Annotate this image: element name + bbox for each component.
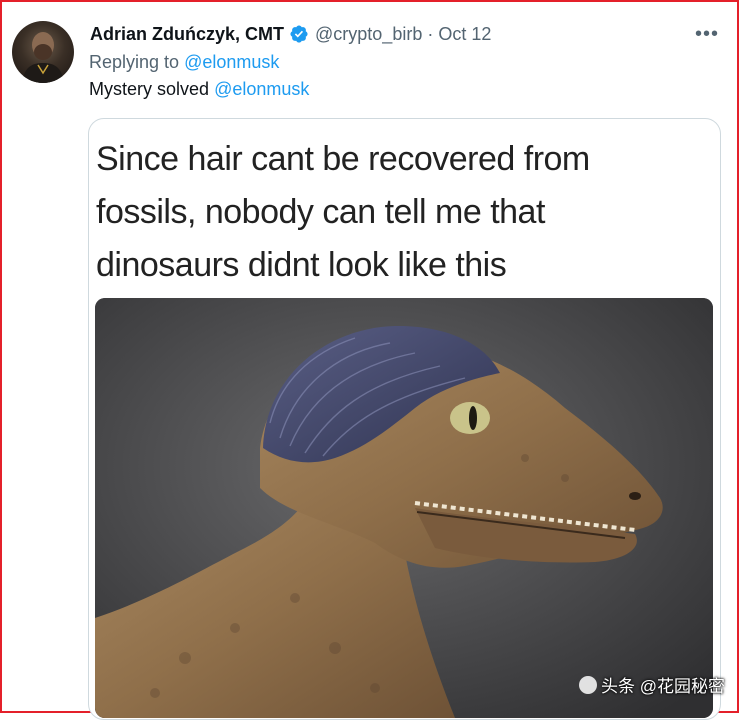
tweet-media[interactable]: Since hair cant be recovered from fossil… xyxy=(88,118,721,720)
replying-to-label: Replying to xyxy=(89,52,180,72)
separator-dot: · xyxy=(427,23,434,44)
tweet-text-body: Mystery solved xyxy=(89,79,210,99)
avatar-image xyxy=(22,32,64,83)
meme-caption-line: dinosaurs didnt look like this xyxy=(96,246,507,284)
meme-caption-line: fossils, nobody can tell me that xyxy=(96,193,545,231)
tweet-text-mention[interactable]: @elonmusk xyxy=(214,79,309,99)
author-name[interactable]: Adrian Zduńczyk, CMT xyxy=(90,24,284,45)
verified-badge-icon xyxy=(289,24,309,44)
replying-to-line: Replying to @elonmusk xyxy=(89,52,279,73)
watermark: 头条 @花园秘密 xyxy=(579,672,725,697)
tweet-date[interactable]: Oct 12 xyxy=(438,24,491,45)
tweet-header: Adrian Zduńczyk, CMT @crypto_birb · Oct … xyxy=(90,21,719,47)
meme-caption: Since hair cant be recovered from fossil… xyxy=(96,133,716,292)
watermark-text: 头条 @花园秘密 xyxy=(601,677,725,696)
avatar[interactable] xyxy=(12,21,74,83)
author-handle[interactable]: @crypto_birb xyxy=(315,24,422,45)
watermark-icon xyxy=(579,675,597,694)
more-options-icon[interactable]: ••• xyxy=(695,23,719,46)
dinosaur-photo xyxy=(95,298,713,718)
replying-to-mention[interactable]: @elonmusk xyxy=(184,52,279,72)
dinosaur-illustration xyxy=(95,298,713,718)
meme-caption-line: Since hair cant be recovered from xyxy=(96,140,590,178)
tweet-text: Mystery solved @elonmusk xyxy=(89,79,309,100)
